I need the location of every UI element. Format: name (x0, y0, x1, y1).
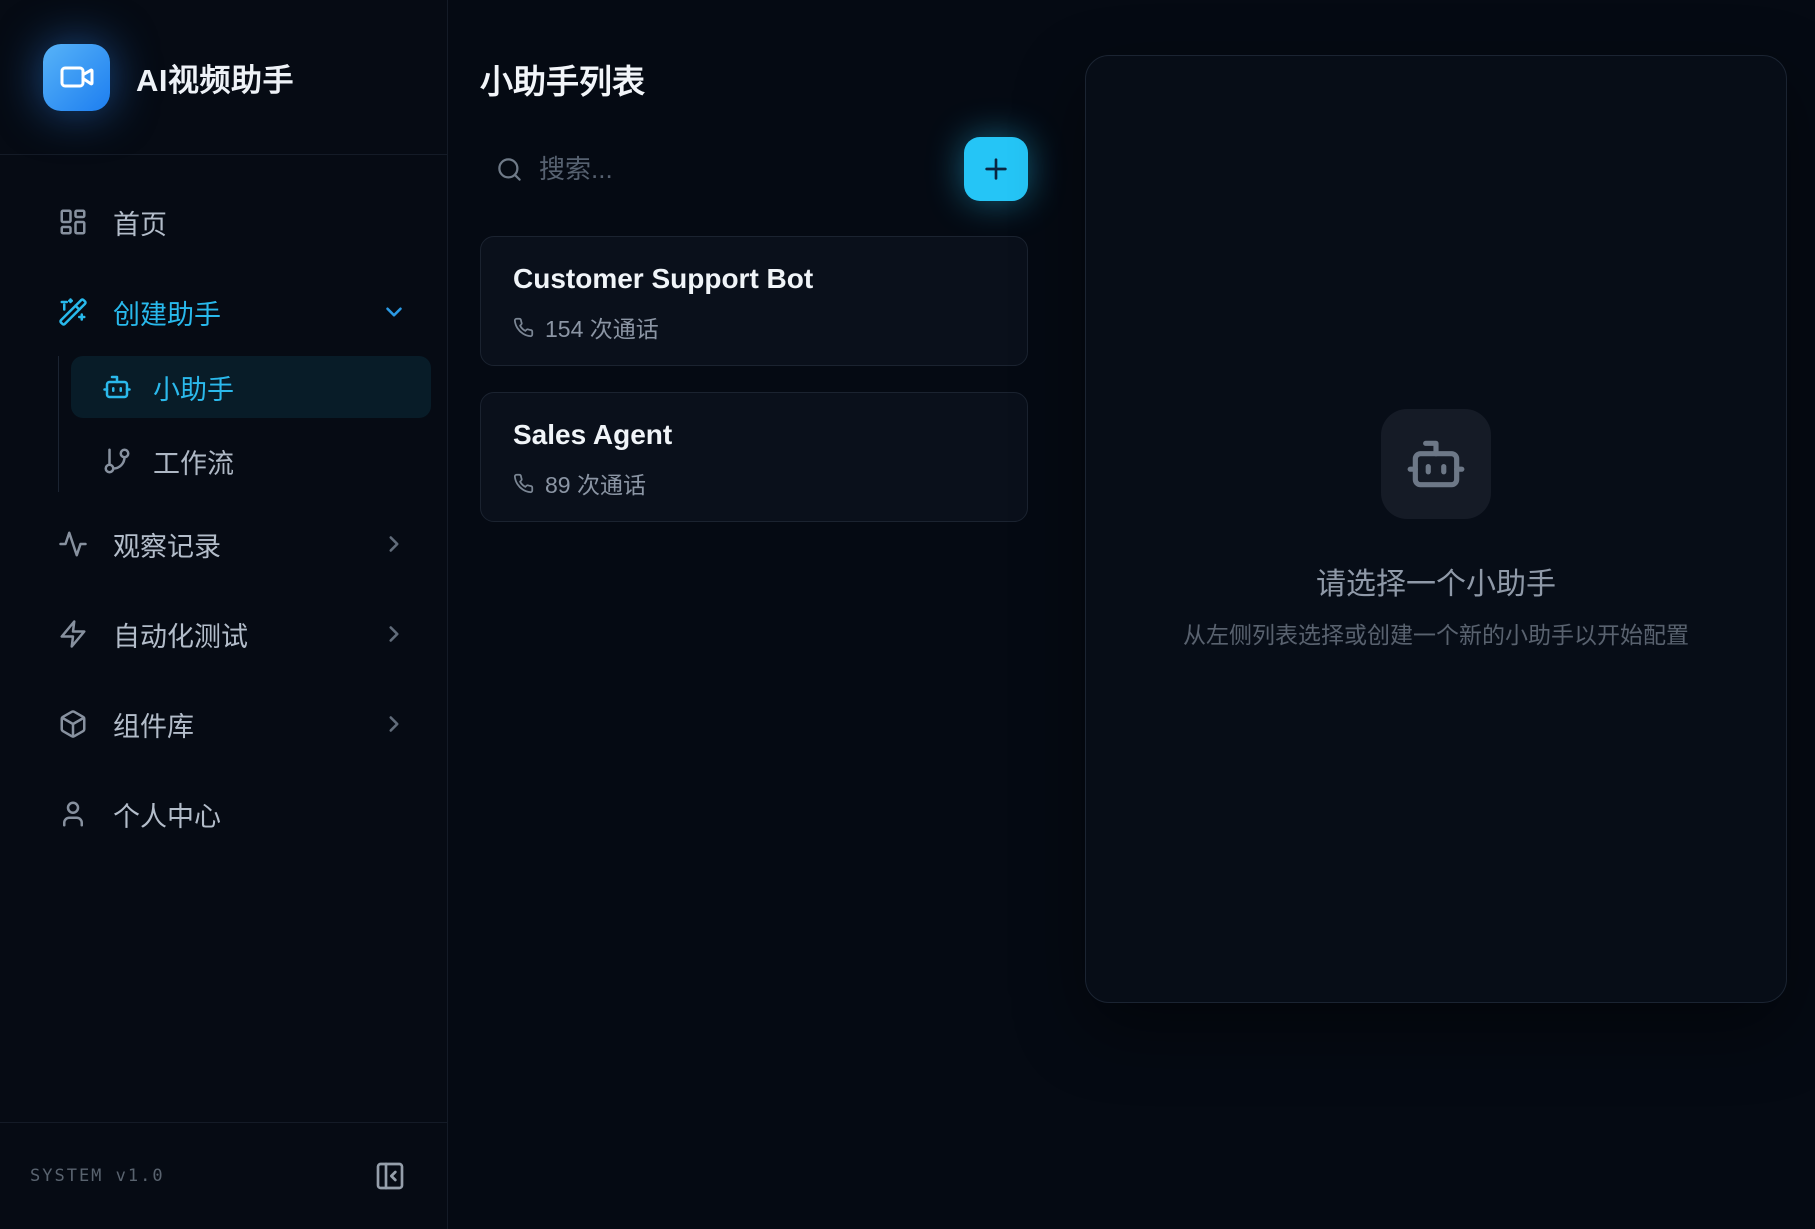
video-camera-icon (59, 59, 95, 95)
assistant-list-panel: 小助手列表 Customer Support Bot 154 次通话 Sales… (448, 0, 1060, 1229)
add-assistant-button[interactable] (964, 137, 1028, 201)
assistant-call-count: 89 次通话 (513, 466, 995, 500)
panel-left-close-icon (374, 1160, 406, 1192)
sidebar-header: AI视频助手 (0, 0, 447, 155)
sidebar-subitem-label: 工作流 (153, 442, 234, 481)
chevron-right-icon (381, 531, 407, 557)
dashboard-icon (58, 207, 88, 237)
sidebar-item-label: 创建助手 (113, 293, 221, 332)
bot-icon (1405, 433, 1467, 495)
bot-icon (102, 372, 132, 402)
sidebar-item-label: 自动化测试 (113, 615, 248, 654)
magic-wand-icon (58, 297, 88, 327)
sidebar-item-observation-records[interactable]: 观察记录 (16, 520, 431, 568)
zap-icon (58, 619, 88, 649)
empty-state-subtitle: 从左侧列表选择或创建一个新的小助手以开始配置 (1183, 616, 1689, 650)
sidebar-item-label: 观察记录 (113, 525, 221, 564)
assistant-cards: Customer Support Bot 154 次通话 Sales Agent… (480, 236, 1028, 522)
user-icon (58, 799, 88, 829)
sidebar-subitem-workflow[interactable]: 工作流 (71, 430, 431, 492)
assistant-name: Customer Support Bot (513, 263, 995, 295)
chevron-down-icon (381, 299, 407, 325)
sidebar: AI视频助手 首页 创建助手 小助手 (0, 0, 448, 1229)
sidebar-item-create-assistant[interactable]: 创建助手 (16, 288, 431, 336)
activity-icon (58, 529, 88, 559)
system-version: SYSTEM v1.0 (30, 1166, 165, 1186)
sidebar-item-component-library[interactable]: 组件库 (16, 700, 431, 748)
plus-icon (980, 153, 1012, 185)
app-logo (43, 44, 110, 111)
sidebar-nav: 首页 创建助手 小助手 工作流 (0, 155, 447, 1122)
sidebar-item-automation-test[interactable]: 自动化测试 (16, 610, 431, 658)
sidebar-item-label: 首页 (113, 203, 167, 242)
sidebar-footer: SYSTEM v1.0 (0, 1122, 447, 1229)
call-count-label: 154 次通话 (545, 310, 659, 344)
empty-state-title: 请选择一个小助手 (1316, 559, 1556, 603)
sidebar-item-label: 个人中心 (113, 795, 221, 834)
page-title: 小助手列表 (480, 55, 1028, 103)
search-row (480, 136, 1028, 202)
sidebar-item-profile[interactable]: 个人中心 (16, 790, 431, 838)
phone-icon (513, 473, 534, 494)
assistant-name: Sales Agent (513, 419, 995, 451)
sidebar-subitem-assistants[interactable]: 小助手 (71, 356, 431, 418)
git-branch-icon (102, 446, 132, 476)
sidebar-item-label: 组件库 (113, 705, 194, 744)
assistant-card[interactable]: Sales Agent 89 次通话 (480, 392, 1028, 522)
assistant-detail-panel: 请选择一个小助手 从左侧列表选择或创建一个新的小助手以开始配置 (1085, 55, 1787, 1003)
create-assistant-submenu: 小助手 工作流 (58, 356, 431, 492)
call-count-label: 89 次通话 (545, 466, 646, 500)
sidebar-item-home[interactable]: 首页 (16, 198, 431, 246)
empty-state-bot-badge (1381, 409, 1491, 519)
phone-icon (513, 317, 534, 338)
search-input[interactable] (523, 154, 964, 185)
assistant-call-count: 154 次通话 (513, 310, 995, 344)
box-icon (58, 709, 88, 739)
app-title: AI视频助手 (136, 55, 294, 100)
collapse-sidebar-button[interactable] (374, 1160, 406, 1192)
assistant-card[interactable]: Customer Support Bot 154 次通话 (480, 236, 1028, 366)
chevron-right-icon (381, 621, 407, 647)
sidebar-subitem-label: 小助手 (153, 368, 234, 407)
chevron-right-icon (381, 711, 407, 737)
search-icon (496, 156, 523, 183)
